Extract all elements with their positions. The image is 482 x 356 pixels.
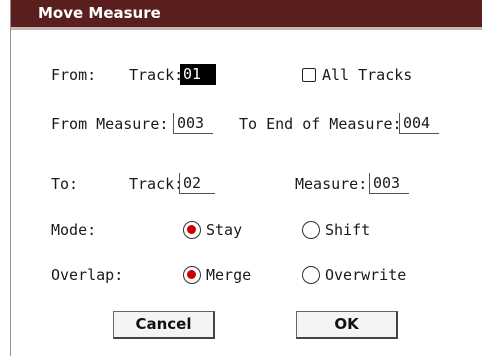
from-track-label: Track: bbox=[129, 66, 184, 84]
move-measure-dialog: Move Measure From: Track: 01 All Tracks … bbox=[10, 0, 482, 356]
from-measure-label: From Measure: bbox=[51, 115, 169, 133]
to-measure-label: Measure: bbox=[295, 175, 368, 193]
overlap-merge-label: Merge bbox=[206, 266, 252, 284]
to-track-label: Track: bbox=[129, 175, 184, 193]
to-end-measure-label: To End of Measure: bbox=[239, 115, 402, 133]
to-track-field[interactable]: 02 bbox=[179, 173, 215, 194]
to-label: To: bbox=[51, 175, 79, 193]
overlap-overwrite-radio[interactable] bbox=[302, 266, 320, 284]
from-label: From: bbox=[51, 66, 97, 84]
mode-shift-label: Shift bbox=[325, 221, 371, 239]
mode-shift-radio[interactable] bbox=[302, 221, 320, 239]
from-track-field[interactable]: 01 bbox=[180, 64, 216, 85]
mode-stay-radio[interactable] bbox=[183, 221, 201, 239]
from-measure-field[interactable]: 003 bbox=[173, 113, 213, 134]
to-end-measure-field[interactable]: 004 bbox=[399, 113, 439, 134]
to-measure-field[interactable]: 003 bbox=[369, 173, 409, 194]
all-tracks-checkbox[interactable] bbox=[302, 68, 316, 82]
ok-button[interactable]: OK bbox=[296, 311, 398, 339]
mode-label: Mode: bbox=[51, 221, 97, 239]
mode-stay-label: Stay bbox=[206, 221, 243, 239]
overlap-label: Overlap: bbox=[51, 266, 124, 284]
overlap-overwrite-label: Overwrite bbox=[325, 266, 407, 284]
cancel-button[interactable]: Cancel bbox=[113, 311, 215, 339]
all-tracks-label: All Tracks bbox=[322, 66, 413, 84]
dialog-title: Move Measure bbox=[11, 0, 482, 30]
overlap-merge-radio[interactable] bbox=[183, 266, 201, 284]
